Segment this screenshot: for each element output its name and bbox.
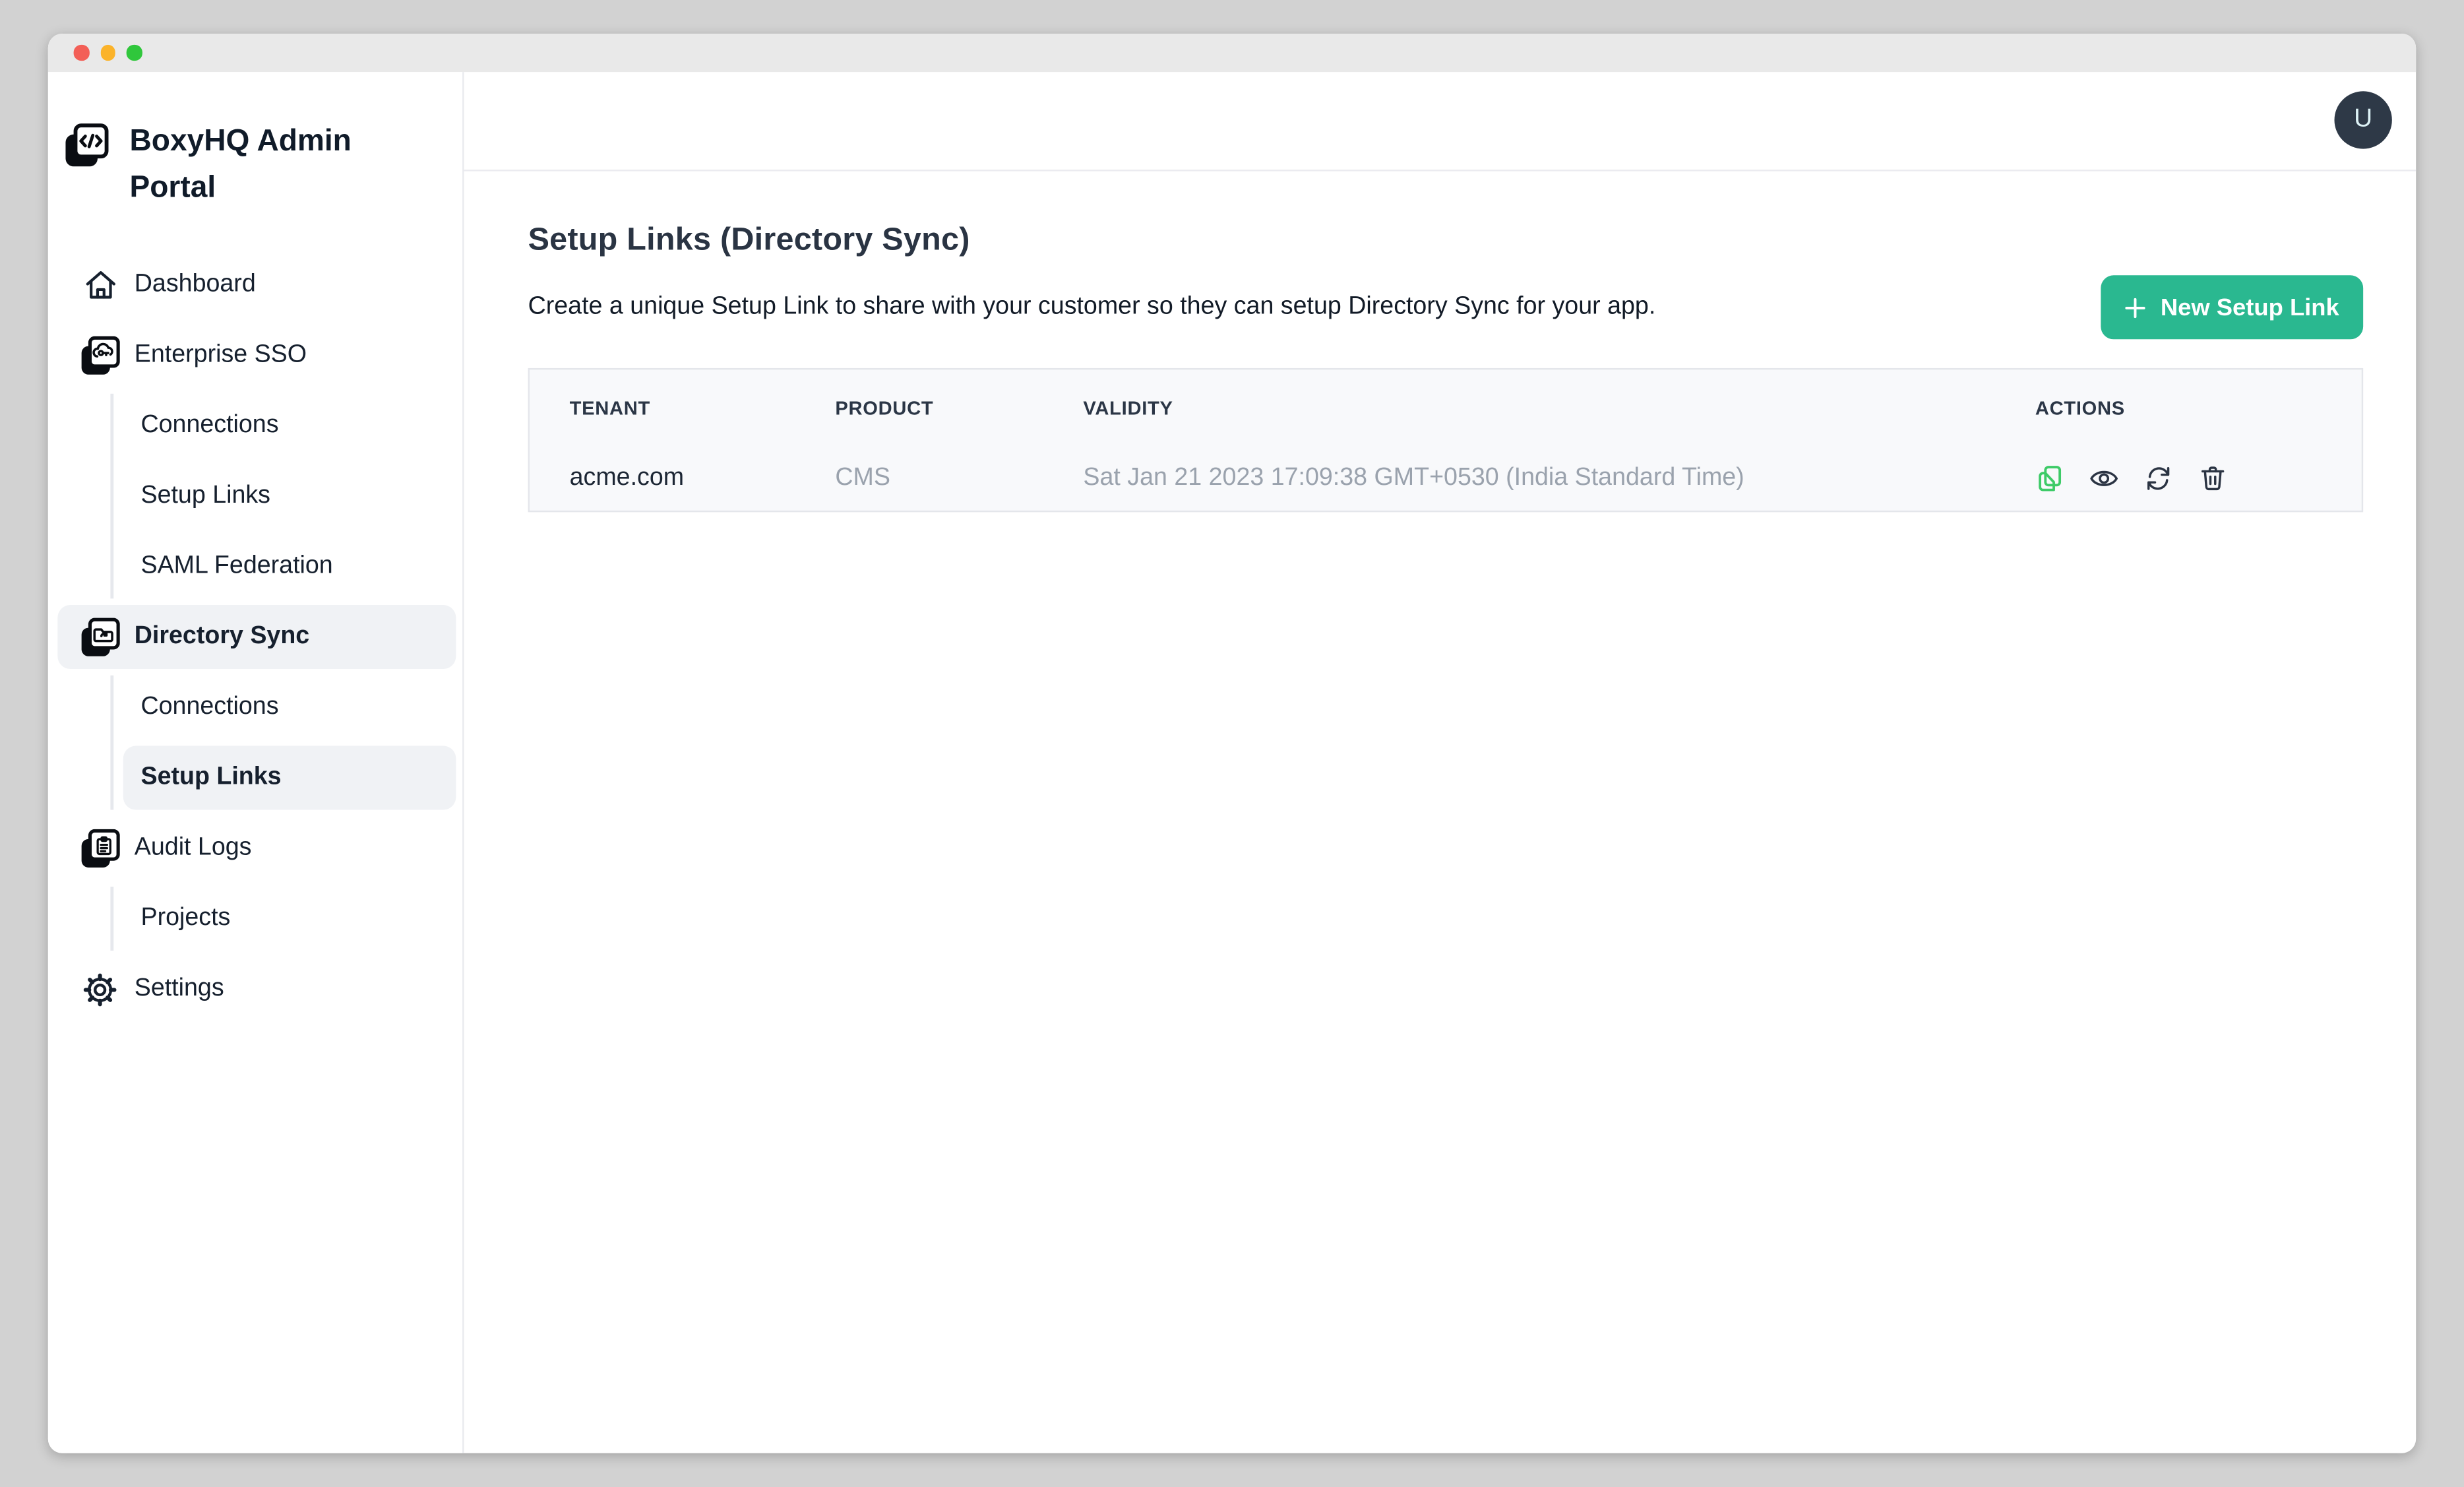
plus-icon <box>2125 297 2146 318</box>
sidebar-item-sso-connections[interactable]: Connections <box>123 394 456 458</box>
sidebar-item-directory-sync[interactable]: Directory Sync <box>57 605 456 669</box>
column-header-product: PRODUCT <box>835 397 1083 420</box>
setup-links-table: TENANT PRODUCT VALIDITY ACTIONS acme.com… <box>528 368 2364 512</box>
boxyhq-logo-icon <box>64 123 109 168</box>
avatar-initial: U <box>2354 106 2372 135</box>
new-setup-link-label: New Setup Link <box>2161 294 2339 321</box>
regenerate-icon[interactable] <box>2144 464 2173 493</box>
top-header: U <box>464 72 2417 171</box>
sidebar-item-label: Enterprise SSO <box>135 341 307 370</box>
main-area: U Setup Links (Directory Sync) Create a … <box>464 72 2417 1453</box>
desktop-background: BoxyHQ Admin Portal Dashboard <box>0 0 2464 1487</box>
sidebar-item-dsync-connections[interactable]: Connections <box>123 676 456 740</box>
audit-logs-subnav: Projects <box>110 887 456 951</box>
minimize-window-button[interactable] <box>100 46 115 61</box>
sidebar: BoxyHQ Admin Portal Dashboard <box>48 72 464 1453</box>
sidebar-nav: Dashboard <box>48 253 462 1021</box>
row-actions <box>1977 464 2361 493</box>
avatar[interactable]: U <box>2334 91 2391 148</box>
sidebar-item-label: Projects <box>140 904 230 933</box>
new-setup-link-button[interactable]: New Setup Link <box>2101 275 2363 339</box>
sidebar-item-label: Settings <box>135 974 224 1003</box>
sidebar-item-label: Connections <box>140 693 278 722</box>
column-header-tenant: TENANT <box>570 397 836 420</box>
sidebar-item-label: Connections <box>140 411 278 440</box>
browser-window: BoxyHQ Admin Portal Dashboard <box>48 34 2416 1453</box>
copy-icon[interactable] <box>2035 464 2064 493</box>
page-title: Setup Links (Directory Sync) <box>528 222 2364 259</box>
table-header-row: TENANT PRODUCT VALIDITY ACTIONS <box>530 369 2362 446</box>
sidebar-item-settings[interactable]: Settings <box>57 957 456 1021</box>
gear-icon <box>80 969 120 1009</box>
sidebar-item-label: Audit Logs <box>135 834 252 863</box>
sidebar-item-label: Setup Links <box>140 763 281 792</box>
directory-sync-subnav: Connections Setup Links <box>110 676 456 810</box>
close-window-button[interactable] <box>74 46 89 61</box>
page-description: Create a unique Setup Link to share with… <box>528 293 1656 322</box>
page-content: Setup Links (Directory Sync) Create a un… <box>464 172 2417 513</box>
column-header-validity: VALIDITY <box>1083 397 1977 420</box>
column-header-actions: ACTIONS <box>1977 397 2361 420</box>
sidebar-item-saml-federation[interactable]: SAML Federation <box>123 534 456 598</box>
sidebar-item-dashboard[interactable]: Dashboard <box>57 253 456 317</box>
sidebar-item-label: SAML Federation <box>140 552 332 581</box>
view-icon[interactable] <box>2089 464 2118 493</box>
sidebar-item-enterprise-sso[interactable]: Enterprise SSO <box>57 323 456 387</box>
cell-tenant: acme.com <box>570 464 836 493</box>
home-icon <box>80 265 120 305</box>
delete-icon[interactable] <box>2198 464 2227 493</box>
sidebar-item-projects[interactable]: Projects <box>123 887 456 951</box>
enterprise-sso-subnav: Connections Setup Links SAML Federation <box>110 394 456 599</box>
sidebar-item-label: Dashboard <box>135 270 256 300</box>
brand-title: BoxyHQ Admin Portal <box>130 119 386 212</box>
sidebar-item-audit-logs[interactable]: Audit Logs <box>57 816 456 880</box>
window-titlebar <box>48 34 2416 72</box>
zoom-window-button[interactable] <box>127 46 142 61</box>
enterprise-sso-icon <box>80 335 120 375</box>
audit-logs-icon <box>80 828 120 868</box>
cell-product: CMS <box>835 464 1083 493</box>
sidebar-item-label: Setup Links <box>140 482 270 511</box>
brand: BoxyHQ Admin Portal <box>48 72 462 211</box>
cell-validity: Sat Jan 21 2023 17:09:38 GMT+0530 (India… <box>1083 464 1977 493</box>
sidebar-item-dsync-setup-links[interactable]: Setup Links <box>123 746 456 810</box>
table-row: acme.com CMS Sat Jan 21 2023 17:09:38 GM… <box>530 447 2362 511</box>
directory-sync-icon <box>80 617 120 657</box>
sidebar-item-sso-setup-links[interactable]: Setup Links <box>123 464 456 528</box>
sidebar-item-label: Directory Sync <box>135 623 309 652</box>
